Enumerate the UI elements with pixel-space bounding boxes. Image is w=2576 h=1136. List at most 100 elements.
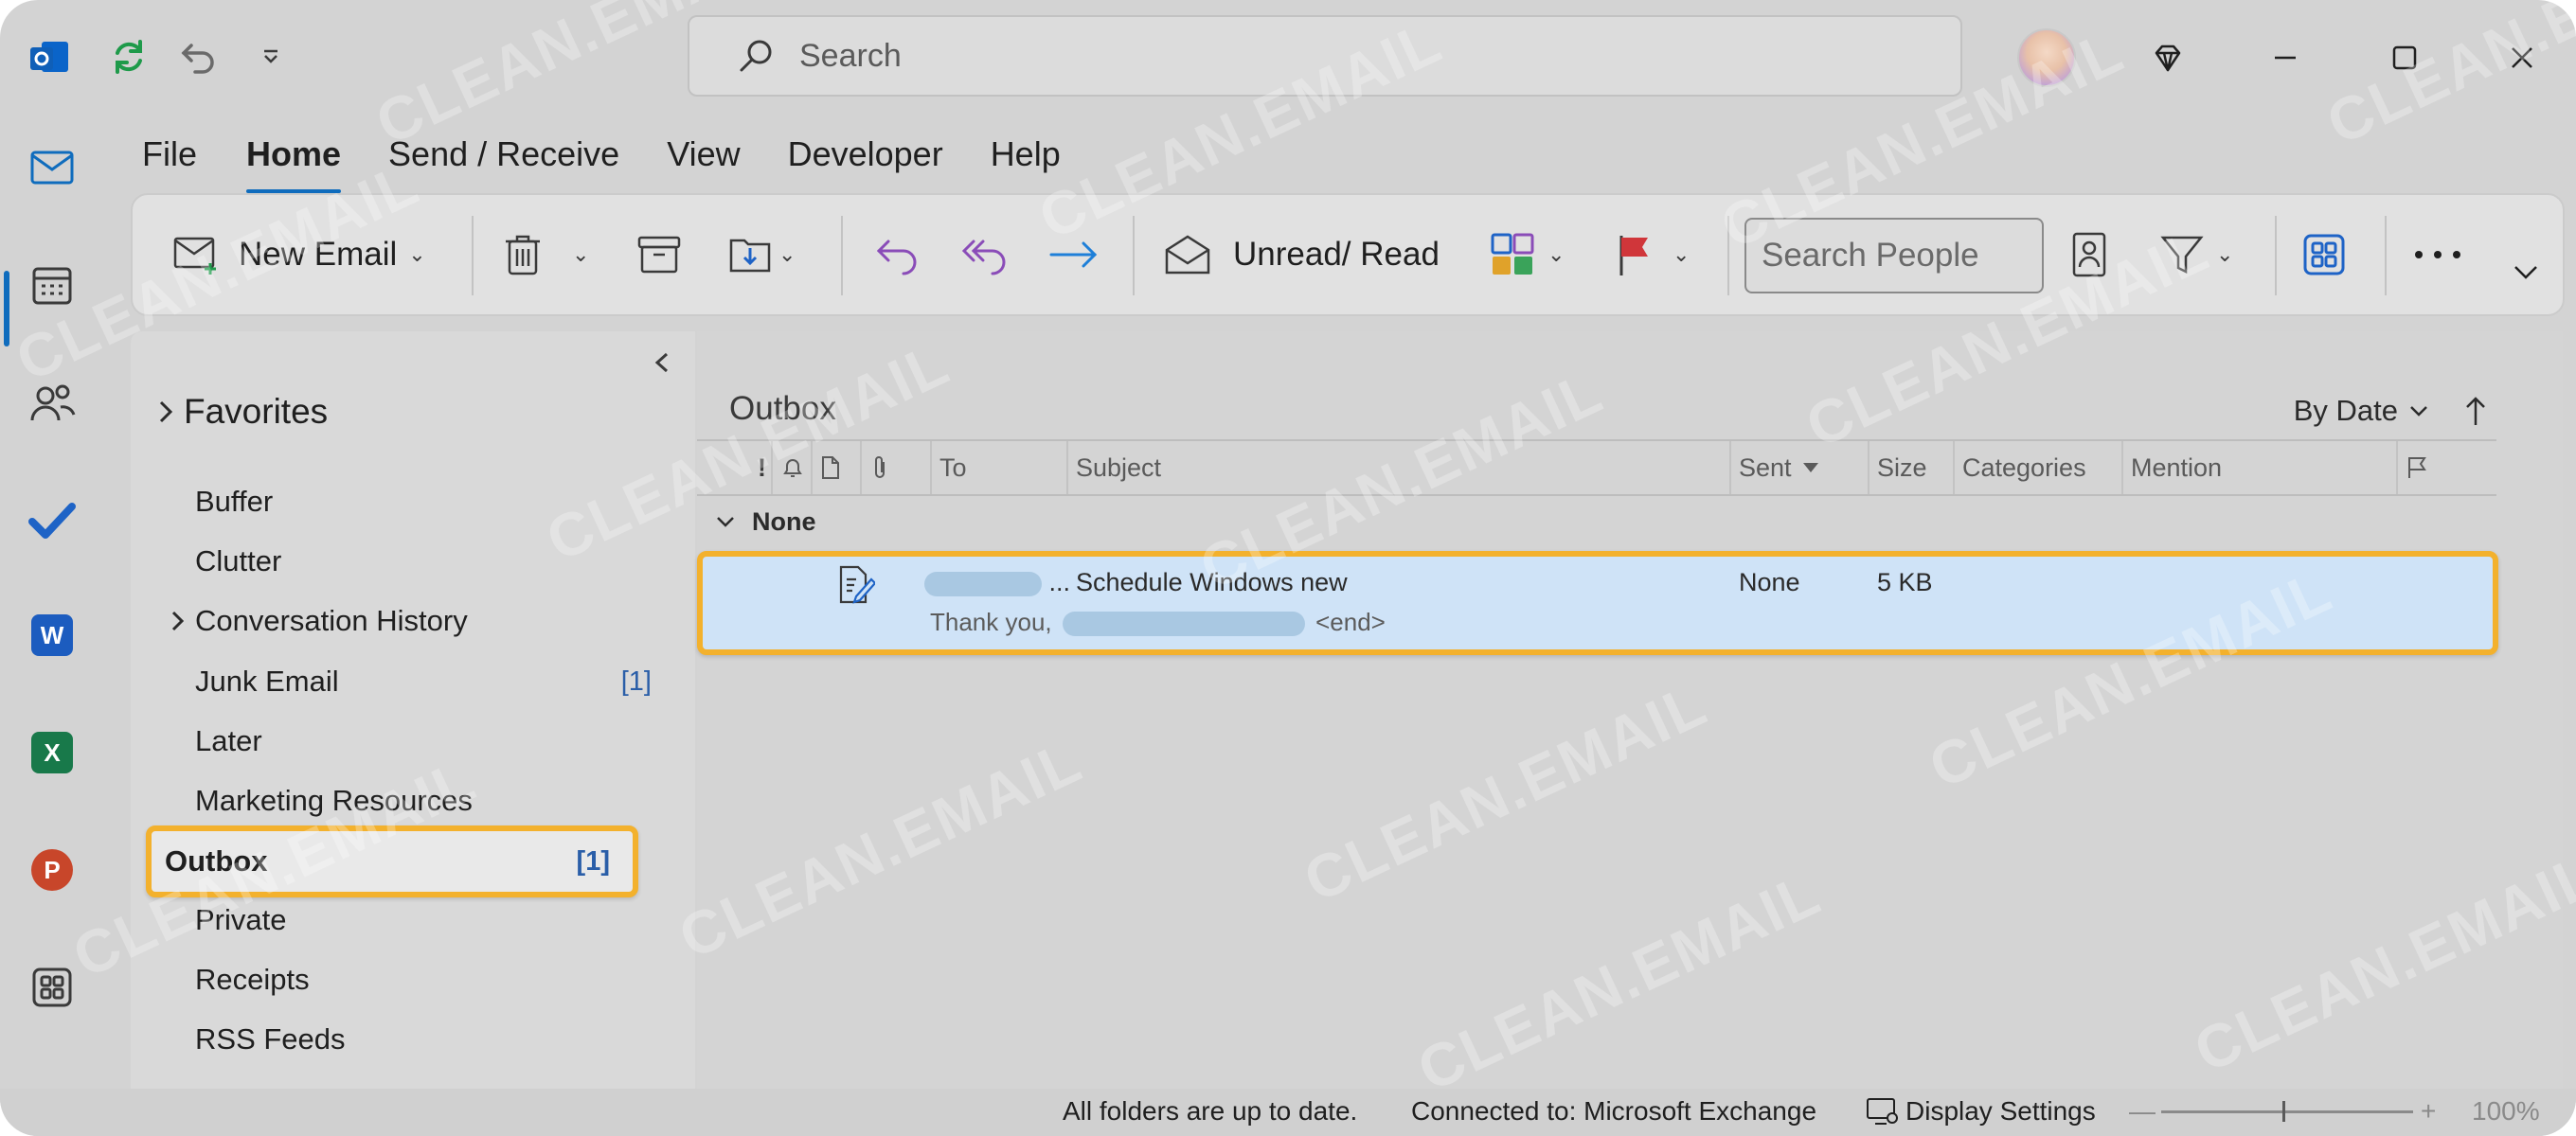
- preview-end: <end>: [1315, 608, 1386, 636]
- undo-icon[interactable]: [170, 28, 227, 85]
- zoom-slider[interactable]: [2161, 1101, 2413, 1122]
- paperclip-icon: [875, 456, 885, 478]
- column-sent[interactable]: Sent: [1729, 441, 1868, 494]
- forward-arrow-icon: [1049, 241, 1098, 268]
- mail-icon[interactable]: [21, 136, 83, 199]
- delete-button[interactable]: ⌄: [502, 195, 589, 314]
- ribbon-divider: [1727, 216, 1729, 295]
- column-attachment[interactable]: [860, 441, 902, 494]
- address-book-icon: [2072, 232, 2106, 277]
- unread-read-label: Unread/ Read: [1233, 236, 1440, 273]
- todo-icon[interactable]: [21, 488, 83, 551]
- folder-item-outbox[interactable]: Outbox [1]: [146, 825, 638, 897]
- reply-button[interactable]: [873, 195, 922, 314]
- unread-read-button[interactable]: Unread/ Read: [1163, 195, 1440, 314]
- tab-help[interactable]: Help: [991, 129, 1061, 186]
- powerpoint-icon[interactable]: P: [21, 839, 83, 901]
- folder-label: Outbox: [165, 844, 268, 878]
- folder-label: Junk Email: [195, 665, 339, 698]
- chevron-down-icon[interactable]: ⌄: [1547, 242, 1565, 267]
- document-icon: [822, 456, 839, 479]
- display-settings-icon: [1867, 1098, 1898, 1125]
- chevron-down-icon[interactable]: ⌄: [1673, 242, 1690, 267]
- message-list: Outbox By Date ! To Subject Sent Size Ca…: [697, 331, 2563, 1089]
- flag-button[interactable]: ⌄: [1614, 195, 1690, 314]
- message-row[interactable]: ... Schedule Windows new None 5 KB Thank…: [697, 551, 2498, 655]
- favorites-header[interactable]: Favorites: [155, 392, 328, 432]
- tab-file[interactable]: File: [142, 129, 197, 186]
- maximize-button[interactable]: [2373, 27, 2436, 89]
- more-apps-icon[interactable]: [21, 956, 83, 1019]
- column-importance[interactable]: !: [750, 441, 769, 494]
- folder-item-later[interactable]: Later: [182, 713, 674, 770]
- tab-developer[interactable]: Developer: [788, 129, 943, 186]
- group-header-none[interactable]: None: [714, 507, 816, 537]
- user-avatar[interactable]: [2017, 28, 2076, 87]
- search-people-input[interactable]: Search People: [1744, 218, 2044, 293]
- ribbon-divider: [1133, 216, 1135, 295]
- new-email-button[interactable]: New Email ⌄: [172, 195, 426, 314]
- chevron-down-icon[interactable]: ⌄: [2216, 242, 2233, 267]
- word-icon[interactable]: W: [21, 604, 83, 666]
- folder-item-marketing-resources[interactable]: Marketing Resources: [182, 772, 674, 829]
- customize-quick-access-icon[interactable]: [242, 28, 299, 85]
- sort-direction-arrow-icon[interactable]: [2464, 395, 2487, 427]
- unread-count: [1]: [620, 666, 652, 697]
- chevron-down-icon[interactable]: ⌄: [408, 242, 425, 267]
- message-preview: Thank you, <end>: [930, 608, 1386, 637]
- global-search-input[interactable]: Search: [688, 15, 1962, 97]
- column-categories[interactable]: Categories: [1953, 441, 2121, 494]
- tab-send-receive[interactable]: Send / Receive: [388, 129, 619, 186]
- folder-item-clutter[interactable]: Clutter: [182, 533, 674, 590]
- zoom-out-button[interactable]: —: [2129, 1096, 2156, 1127]
- folder-item-buffer[interactable]: Buffer: [182, 473, 674, 530]
- collapse-pane-icon[interactable]: [652, 350, 672, 380]
- folder-item-rss-feeds[interactable]: RSS Feeds: [182, 1011, 674, 1068]
- reply-all-button[interactable]: [958, 195, 1011, 314]
- chevron-down-icon[interactable]: ⌄: [572, 242, 589, 267]
- tab-home[interactable]: Home: [246, 129, 342, 193]
- folder-label: Later: [195, 724, 262, 757]
- column-to[interactable]: To: [930, 441, 1068, 494]
- column-header-row: ! To Subject Sent Size Categories Mentio…: [697, 439, 2496, 496]
- forward-button[interactable]: [1047, 195, 1100, 314]
- more-options-button[interactable]: [2413, 195, 2462, 314]
- chevron-down-icon[interactable]: ⌄: [778, 242, 796, 267]
- message-to: ...: [924, 568, 1070, 597]
- diamond-icon[interactable]: [2137, 27, 2199, 89]
- sync-icon[interactable]: [100, 28, 157, 85]
- column-icon[interactable]: [811, 441, 858, 494]
- move-button[interactable]: ⌄: [727, 195, 796, 314]
- minimize-button[interactable]: [2254, 27, 2317, 89]
- zoom-slider-thumb[interactable]: [2282, 1101, 2285, 1122]
- filter-button[interactable]: ⌄: [2159, 195, 2233, 314]
- archive-button[interactable]: [636, 195, 682, 314]
- chevron-right-icon[interactable]: [169, 609, 189, 633]
- excel-icon[interactable]: X: [21, 721, 83, 784]
- column-flag[interactable]: [2396, 441, 2472, 494]
- sort-control[interactable]: By Date: [2294, 394, 2487, 428]
- folder-item-conversation-history[interactable]: Conversation History: [155, 593, 674, 649]
- column-reminder[interactable]: [771, 441, 809, 494]
- expand-ribbon-button[interactable]: [2510, 229, 2542, 314]
- folder-label: Private: [195, 903, 287, 936]
- folder-item-private[interactable]: Private: [182, 892, 674, 949]
- display-settings-button[interactable]: Display Settings: [1866, 1096, 2096, 1127]
- column-subject[interactable]: Subject: [1066, 441, 1479, 494]
- calendar-icon[interactable]: [21, 254, 83, 316]
- address-book-button[interactable]: [2070, 195, 2108, 314]
- trash-icon: [506, 235, 540, 275]
- outlook-logo-icon: [21, 28, 78, 85]
- people-icon[interactable]: [21, 371, 83, 434]
- folder-item-junk-email[interactable]: Junk Email [1]: [182, 653, 674, 710]
- column-mention[interactable]: Mention: [2121, 441, 2396, 494]
- sort-label: By Date: [2293, 394, 2398, 427]
- close-button[interactable]: [2491, 27, 2553, 89]
- folder-label: Buffer: [195, 485, 274, 518]
- zoom-in-button[interactable]: +: [2421, 1096, 2436, 1127]
- folder-item-receipts[interactable]: Receipts: [182, 951, 674, 1008]
- column-size[interactable]: Size: [1868, 441, 1953, 494]
- tab-view[interactable]: View: [667, 129, 740, 186]
- categorize-button[interactable]: ⌄: [1489, 195, 1565, 314]
- apps-button[interactable]: [2301, 195, 2347, 314]
